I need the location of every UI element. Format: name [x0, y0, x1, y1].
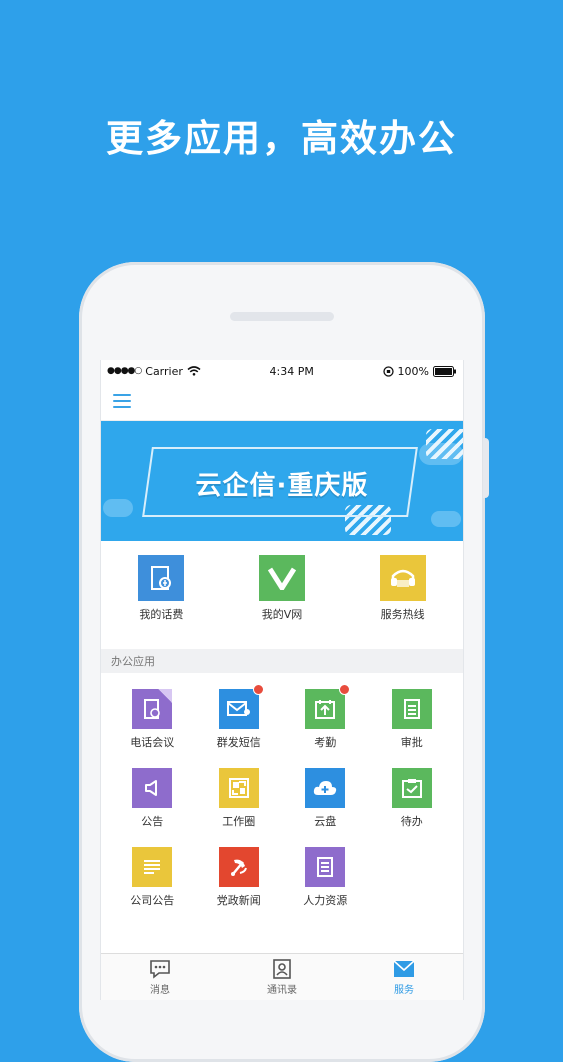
- app-my-bill[interactable]: 我的话费: [138, 555, 185, 622]
- status-time: 4:34 PM: [269, 364, 314, 378]
- service-icon: [393, 959, 415, 977]
- app-conference-call[interactable]: 电话会议: [109, 689, 196, 750]
- party-news-icon: [218, 847, 259, 887]
- banner-title: 云企信·重庆版: [195, 471, 369, 501]
- todo-icon: [391, 768, 432, 808]
- v-network-icon: [258, 555, 305, 601]
- tab-label: 服务: [394, 984, 414, 996]
- phone-speaker: [230, 312, 334, 321]
- app-label: 工作圈: [222, 815, 256, 828]
- hotline-icon: [379, 555, 426, 601]
- status-bar: ●●●●○ Carrier 4:34 PM 100%: [101, 360, 463, 382]
- tab-label: 通讯录: [267, 984, 297, 996]
- app-label: 公告: [141, 815, 164, 828]
- app-my-vnet[interactable]: 我的V网: [258, 555, 305, 622]
- app-company-notice[interactable]: 公司公告: [109, 847, 196, 908]
- app-label: 云盘: [314, 815, 337, 828]
- app-label: 我的话费: [139, 608, 184, 621]
- app-announcement[interactable]: 公告: [109, 768, 196, 829]
- attendance-icon: [305, 684, 351, 729]
- app-todo[interactable]: 待办: [369, 768, 456, 829]
- app-work-circle[interactable]: 工作圈: [196, 768, 283, 829]
- nav-bar: [101, 382, 463, 421]
- phone-side-button: [483, 438, 489, 498]
- banner[interactable]: 云企信·重庆版: [101, 421, 463, 541]
- battery-percent: 100%: [397, 364, 429, 378]
- app-label: 电话会议: [130, 736, 175, 749]
- phone-bill-icon: [138, 555, 185, 601]
- tab-services[interactable]: 服务: [393, 959, 415, 996]
- app-label: 党政新闻: [216, 894, 261, 907]
- orientation-lock-icon: [382, 365, 394, 377]
- app-label: 服务热线: [380, 608, 425, 621]
- menu-icon[interactable]: [113, 394, 131, 408]
- app-approval[interactable]: 审批: [369, 689, 456, 750]
- app-label: 群发短信: [216, 736, 261, 749]
- app-label: 我的V网: [261, 608, 303, 621]
- app-label: 审批: [400, 736, 423, 749]
- tab-messages[interactable]: 消息: [149, 959, 171, 996]
- conference-call-icon: [132, 689, 173, 729]
- contacts-icon: [273, 958, 291, 979]
- group-sms-icon: [218, 684, 264, 729]
- app-party-news[interactable]: 党政新闻: [196, 847, 283, 908]
- app-label: 考勤: [314, 736, 337, 749]
- section-header: 办公应用: [101, 649, 463, 673]
- quick-apps: 我的话费 我的V网 服务热线: [101, 541, 463, 649]
- tab-label: 消息: [150, 984, 170, 996]
- app-hr[interactable]: 人力资源: [282, 847, 369, 908]
- app-cloud-drive[interactable]: 云盘: [282, 768, 369, 829]
- wifi-icon: [187, 366, 201, 376]
- app-label: 待办: [400, 815, 423, 828]
- app-label: 人力资源: [303, 894, 348, 907]
- app-hotline[interactable]: 服务热线: [379, 555, 426, 622]
- work-circle-icon: [218, 768, 259, 808]
- app-group-sms[interactable]: 群发短信: [196, 684, 283, 750]
- company-notice-icon: [132, 847, 173, 887]
- carrier-label: Carrier: [145, 364, 183, 378]
- approval-icon: [391, 689, 432, 729]
- battery-icon: [432, 365, 456, 377]
- message-icon: [150, 959, 170, 979]
- app-label: 公司公告: [130, 894, 175, 907]
- cloud-drive-icon: [305, 768, 346, 808]
- tab-bar: 消息 通讯录 服务: [101, 953, 463, 1000]
- announcement-icon: [132, 768, 173, 808]
- office-app-grid: 电话会议 群发短信 考勤 审批 公告 工作圈 云盘 待办 公司公告 党政新闻 人…: [101, 673, 463, 908]
- hr-icon: [305, 847, 346, 887]
- tab-contacts[interactable]: 通讯录: [267, 958, 297, 996]
- notification-badge: [252, 684, 264, 695]
- app-attendance[interactable]: 考勤: [282, 684, 369, 750]
- notification-badge: [339, 684, 351, 695]
- signal-icon: ●●●●○: [107, 366, 142, 376]
- headline: 更多应用，高效办公: [106, 117, 457, 160]
- phone-screen: ●●●●○ Carrier 4:34 PM 100% 云企信·重庆版 我的话费 …: [100, 360, 464, 1000]
